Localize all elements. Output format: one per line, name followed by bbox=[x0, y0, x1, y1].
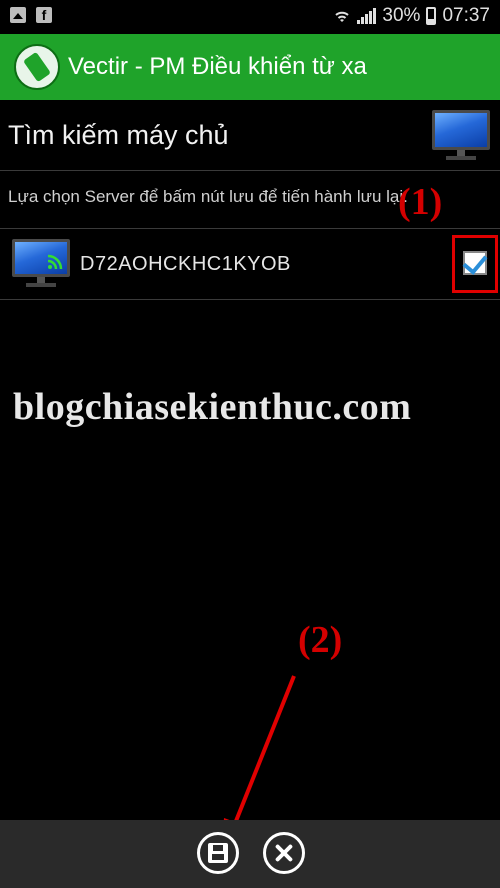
save-icon bbox=[208, 843, 228, 863]
bottom-bar bbox=[0, 820, 500, 888]
save-button[interactable] bbox=[197, 832, 239, 874]
close-button[interactable] bbox=[263, 832, 305, 874]
annotation-arrow bbox=[222, 675, 296, 850]
close-icon bbox=[266, 835, 302, 871]
